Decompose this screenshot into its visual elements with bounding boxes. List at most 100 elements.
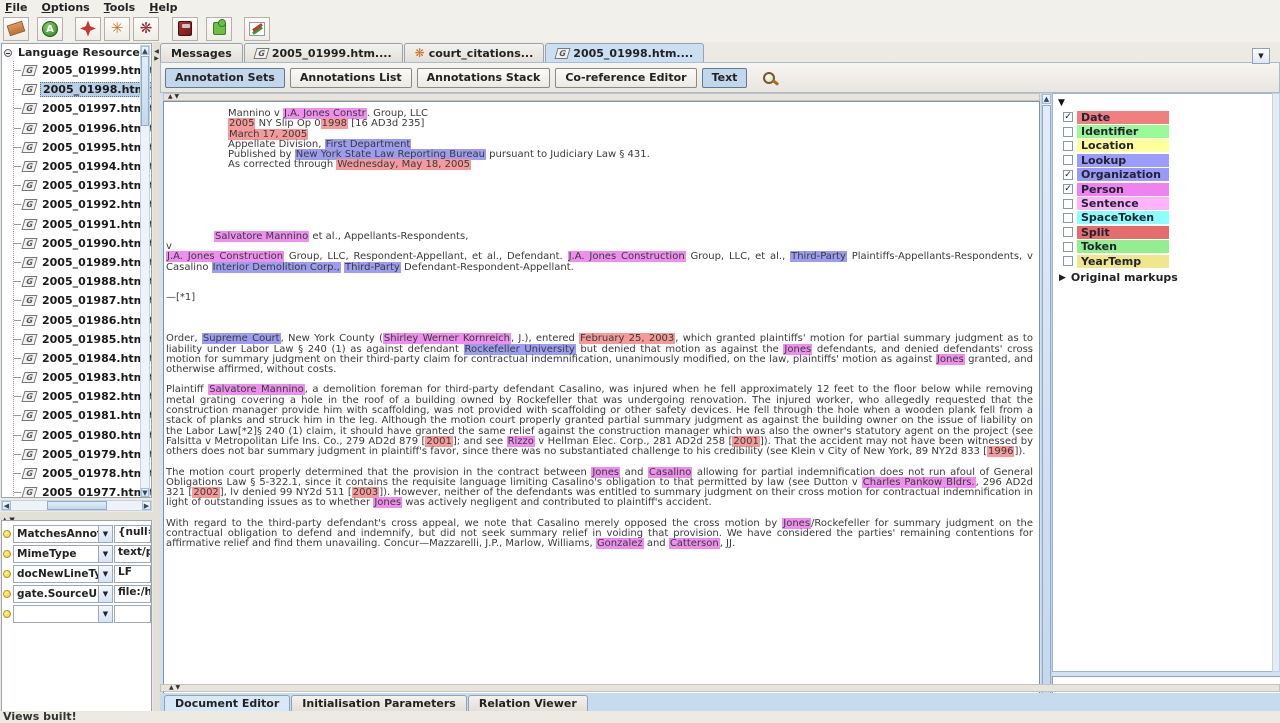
search-button[interactable] xyxy=(756,66,782,90)
tree-root-language-resources[interactable]: Language Resources xyxy=(2,44,146,61)
tab-initialisation-parameters[interactable]: Initialisation Parameters xyxy=(291,695,467,711)
annotation-type-checkbox[interactable]: ✓ xyxy=(1063,169,1073,180)
editor-options-dropdown[interactable]: ▼ xyxy=(1252,48,1270,64)
language-resource-button[interactable] xyxy=(75,16,101,41)
feature-key-combobox[interactable]: ▼ xyxy=(13,604,113,623)
tree-item-document[interactable]: G 2005_01981.htm.txt xyxy=(14,406,151,425)
annotation-type-checkbox[interactable] xyxy=(1063,140,1073,151)
annotation-span-org[interactable]: Interior Demolition Corp., xyxy=(211,261,341,273)
tree-item-document[interactable]: G 2005_01993.htm.txt xyxy=(14,176,151,195)
default-set-expander-icon[interactable]: ▼ xyxy=(1058,98,1280,108)
tree-item-document[interactable]: G 2005_01996.htm.txt xyxy=(14,119,151,138)
tree-item-document[interactable]: G 2005_01997.htm.txt xyxy=(14,99,151,118)
annotation-span-person[interactable]: Jones xyxy=(935,353,965,365)
scroll-up-icon[interactable]: ▲ xyxy=(141,46,149,55)
tree-item-document[interactable]: G 2005_01988.htm.txt xyxy=(14,272,151,291)
annotation-type-checkbox[interactable]: ✓ xyxy=(1063,112,1073,123)
annotation-type-checkbox[interactable] xyxy=(1063,198,1073,209)
annotation-type-checkbox[interactable] xyxy=(1063,241,1073,252)
annie-application-button[interactable]: A xyxy=(37,16,63,41)
feature-key-combobox[interactable]: gate.SourceURL▼ xyxy=(13,584,113,603)
annotation-span-person[interactable]: Gonzalez xyxy=(595,538,644,550)
annotations-stack-button[interactable]: Annotations Stack xyxy=(416,67,551,88)
scroll-left-icon[interactable]: ◀ xyxy=(2,501,11,510)
tree-item-document[interactable]: G 2005_01990.htm.txt xyxy=(14,234,151,253)
annotation-diff-button[interactable] xyxy=(244,16,270,41)
text-button[interactable]: Text xyxy=(701,67,748,88)
tree-item-document[interactable]: G 2005_01982.htm.txt xyxy=(14,387,151,406)
chevron-down-icon[interactable]: ▼ xyxy=(98,585,112,602)
tree-expand-handle-icon[interactable] xyxy=(4,48,12,57)
chevron-down-icon[interactable]: ▼ xyxy=(98,605,112,622)
scroll-up-icon[interactable]: ▲ xyxy=(1042,94,1051,104)
annotation-span-person[interactable]: J.A. Jones Construction xyxy=(567,251,686,263)
annotation-span-person[interactable]: Salvatore Mannino xyxy=(214,230,310,242)
annotation-type-checkbox[interactable] xyxy=(1063,155,1073,166)
scroll-right-icon[interactable]: ▶ xyxy=(142,501,151,510)
annotation-span-date[interactable]: 1998 xyxy=(320,118,349,130)
top-splitter[interactable]: ▲ ▼ xyxy=(163,93,1040,101)
menu-file[interactable]: File xyxy=(5,1,28,14)
annotation-span-date[interactable]: 2005 xyxy=(228,118,256,130)
annotation-type-label[interactable]: Split xyxy=(1077,225,1169,239)
tree-item-document[interactable]: G 2005_01995.htm.txt xyxy=(14,138,151,157)
annotation-type-label[interactable]: Sentence xyxy=(1077,197,1169,211)
tree-item-document[interactable]: G 2005_01992.htm.txt xyxy=(14,195,151,214)
feature-value-field[interactable]: text/pla xyxy=(114,544,151,563)
datastore-button[interactable] xyxy=(172,16,198,41)
feature-value-field[interactable]: {null=[ xyxy=(114,524,151,543)
main-splitter[interactable]: ◀ ▶ xyxy=(153,42,160,711)
plugin-manager-button[interactable] xyxy=(206,16,232,41)
tree-item-document[interactable]: G 2005_01977.htm.txt xyxy=(14,483,151,497)
feature-value-field[interactable]: LF xyxy=(114,564,151,583)
tree-item-document[interactable]: G 2005_01984.htm.txt xyxy=(14,349,151,368)
annotation-type-label[interactable]: Location xyxy=(1077,139,1169,153)
original-markups-set[interactable]: ▶ Original markups xyxy=(1059,271,1280,284)
annotation-span-person[interactable]: Catterson xyxy=(668,538,720,550)
annotation-span-org[interactable]: Third-Party xyxy=(344,261,401,273)
tree-item-document[interactable]: G 2005_01985.htm.txt xyxy=(14,330,151,349)
tree-item-document[interactable]: G 2005_01989.htm.txt xyxy=(14,253,151,272)
annotations-list-button[interactable]: Annotations List xyxy=(289,67,412,88)
annotation-span-date[interactable]: 1996 xyxy=(987,446,1015,458)
tree-item-document[interactable]: G2005_01998.htm.txt xyxy=(14,80,151,99)
collapsed-expander-icon[interactable]: ▶ xyxy=(1059,273,1066,283)
annotation-type-label[interactable]: Token xyxy=(1077,240,1169,254)
menu-help[interactable]: Help xyxy=(149,1,177,14)
feature-key-combobox[interactable]: MimeType ▼ xyxy=(13,544,113,563)
annotation-span-org[interactable]: Third-Party xyxy=(790,251,847,263)
annotation-span-date[interactable]: Wednesday, May 18, 2005 xyxy=(336,159,472,171)
feature-value-field[interactable] xyxy=(114,604,151,623)
tree-item-document[interactable]: G 2005_01991.htm.txt xyxy=(14,215,151,234)
splitter-left-icon[interactable]: ◀ xyxy=(153,48,160,55)
scrollbar-thumb[interactable] xyxy=(47,501,107,510)
bottom-splitter[interactable]: ▲ ▼ xyxy=(160,684,1280,692)
tab-2005-01998-htm-[interactable]: G 2005_01998.htm.... xyxy=(545,43,705,62)
scrollbar-thumb[interactable] xyxy=(1042,105,1051,711)
annotation-type-label[interactable]: YearTemp xyxy=(1077,254,1169,268)
co-reference-editor-button[interactable]: Co-reference Editor xyxy=(555,67,697,88)
feature-key-combobox[interactable]: MatchesAnnots▼ xyxy=(13,524,113,543)
annotation-type-label[interactable]: Lookup xyxy=(1077,153,1169,167)
annotation-type-checkbox[interactable] xyxy=(1063,126,1073,137)
annotation-type-label[interactable]: Identifier xyxy=(1077,125,1169,139)
tree-item-document[interactable]: G 2005_01980.htm.txt xyxy=(14,426,151,445)
splitter-right-icon[interactable]: ▶ xyxy=(153,55,160,62)
chevron-down-icon[interactable]: ▼ xyxy=(98,545,112,562)
feature-key-combobox[interactable]: docNewLineType▼ xyxy=(13,564,113,583)
tab-messages[interactable]: Messages xyxy=(160,43,243,62)
tree-item-document[interactable]: G 2005_01999.htm.txt xyxy=(14,61,151,80)
tab-document-editor[interactable]: Document Editor xyxy=(164,695,291,711)
scrollbar-thumb[interactable] xyxy=(141,56,149,126)
tree-item-document[interactable]: G 2005_01979.htm.txt xyxy=(14,445,151,464)
application-button[interactable]: ❋ xyxy=(133,16,159,41)
document-text-panel[interactable]: Mannino v J.A. Jones Constr. Group, LLC 2… xyxy=(163,101,1040,723)
tree-item-document[interactable]: G 2005_01987.htm.txt xyxy=(14,291,151,310)
tree-item-document[interactable]: G 2005_01983.htm.txt xyxy=(14,368,151,387)
annotation-type-checkbox[interactable] xyxy=(1063,256,1073,267)
document-vertical-scrollbar[interactable]: ▲ ▼ xyxy=(1041,93,1052,723)
annotation-sets-button[interactable]: Annotation Sets xyxy=(165,67,285,88)
annotation-type-checkbox[interactable] xyxy=(1063,212,1073,223)
tree-item-document[interactable]: G 2005_01978.htm.txt xyxy=(14,464,151,483)
legend-scrollbar-track[interactable] xyxy=(1272,93,1280,672)
